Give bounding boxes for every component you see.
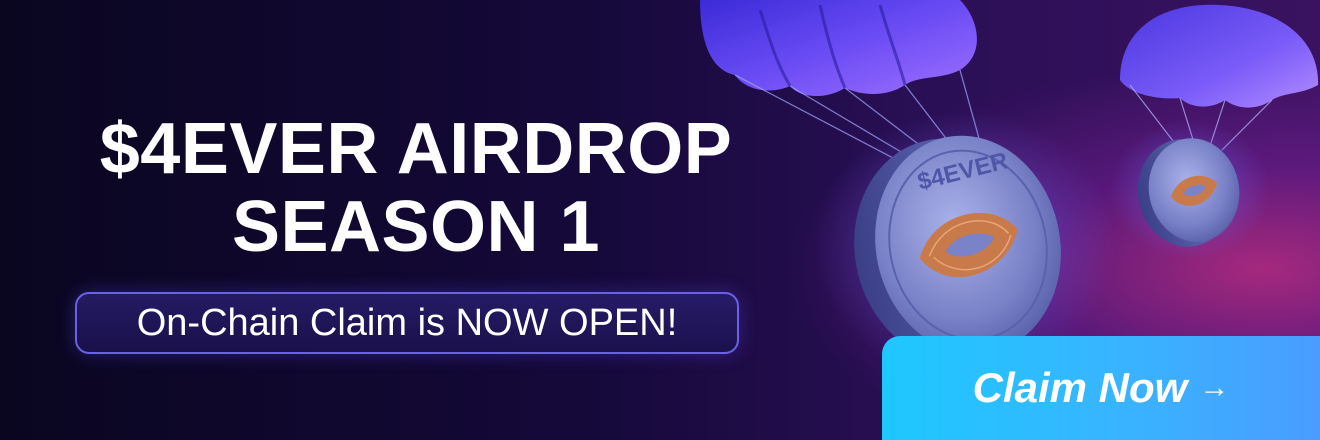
claim-now-label: Claim Now xyxy=(972,364,1188,411)
headline-line-2: SEASON 1 xyxy=(231,187,601,267)
airdrop-banner[interactable]: $4EVER $4EVER AIRDROP SEASON 1 On-Chain … xyxy=(0,0,1320,440)
status-badge: On-Chain Claim is NOW OPEN! xyxy=(75,292,739,354)
arrow-right-icon: → xyxy=(1199,371,1230,404)
coin-icon xyxy=(1110,120,1270,260)
page-title: $4EVER AIRDROP SEASON 1 xyxy=(0,110,832,266)
headline-line-1: $4EVER AIRDROP xyxy=(99,109,733,189)
claim-now-button[interactable]: Claim Now → xyxy=(882,336,1320,440)
